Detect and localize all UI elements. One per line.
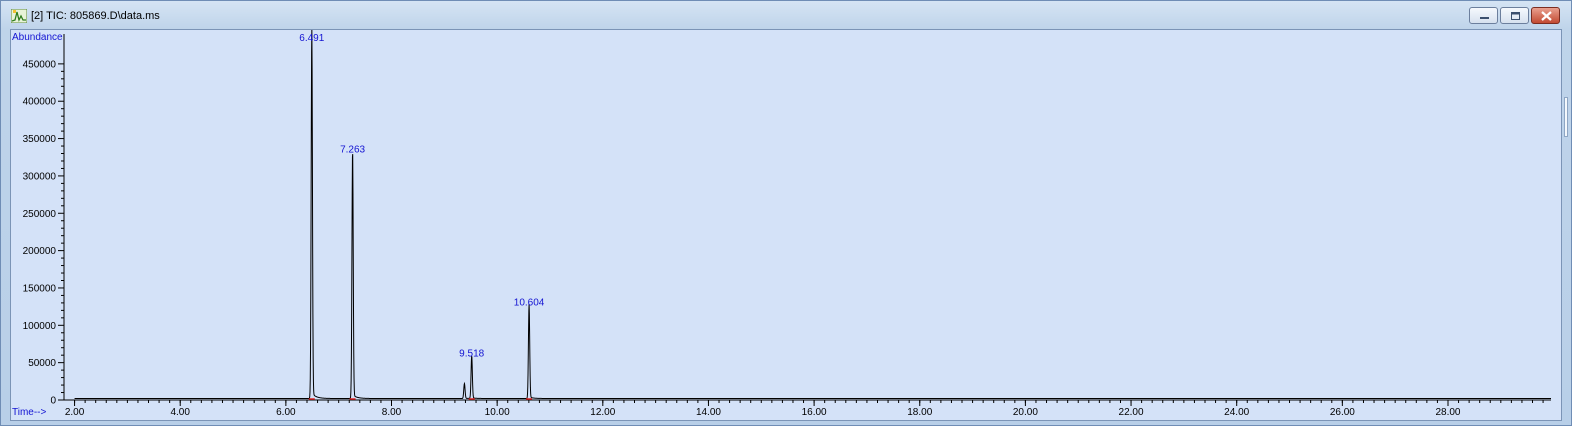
y-tick-label: 150000 [23,283,57,294]
tic-trace [74,28,1551,400]
y-tick-label: 0 [50,396,56,407]
chromatogram-window: [2] TIC: 805869.D\data.ms Abundance Time… [0,0,1572,426]
chromatogram-icon [11,9,27,23]
x-tick-label: 18.00 [907,407,932,418]
x-tick-label: 28.00 [1435,407,1460,418]
minimize-icon [1480,17,1489,19]
x-tick-label: 20.00 [1013,407,1038,418]
peak-label: 6.491 [299,33,324,44]
y-tick-label: 100000 [23,321,57,332]
minimize-button[interactable] [1469,7,1498,24]
maximize-button[interactable] [1500,7,1529,24]
y-axis-label: Abundance [12,32,63,43]
peak-label: 10.604 [514,298,545,309]
y-tick-label: 300000 [23,171,57,182]
x-tick-label: 24.00 [1224,407,1249,418]
chromatogram-plot: Abundance Time--> 0 50000 100000 150000 2000… [12,28,1551,418]
y-tick-label: 400000 [23,97,57,108]
title-bar[interactable]: [2] TIC: 805869.D\data.ms [1,1,1571,29]
close-icon [1541,11,1552,21]
x-axis-label: Time--> [12,407,47,418]
y-tick-label: 50000 [28,358,56,369]
x-tick-label: 12.00 [590,407,615,418]
x-tick-label: 10.00 [485,407,510,418]
x-tick-label: 22.00 [1119,407,1144,418]
y-tick-label: 200000 [23,246,57,257]
scroll-grip[interactable] [1564,97,1568,137]
close-button[interactable] [1531,7,1560,24]
x-tick-label: 14.00 [696,407,721,418]
x-tick-label: 4.00 [170,407,190,418]
x-tick-label: 6.00 [276,407,296,418]
maximize-icon [1511,12,1520,20]
window-title: [2] TIC: 805869.D\data.ms [31,10,160,22]
chart-area: Abundance Time--> 0 50000 100000 150000 2000… [10,28,1562,421]
y-tick-label: 350000 [23,134,57,145]
x-tick-label: 16.00 [802,407,827,418]
peak-label: 7.263 [340,145,365,156]
y-tick-label: 450000 [23,59,57,70]
x-tick-label: 8.00 [382,407,402,418]
peak-label: 9.518 [459,348,484,359]
x-tick-label: 2.00 [65,407,85,418]
y-tick-label: 250000 [23,209,57,220]
x-tick-label: 26.00 [1330,407,1355,418]
